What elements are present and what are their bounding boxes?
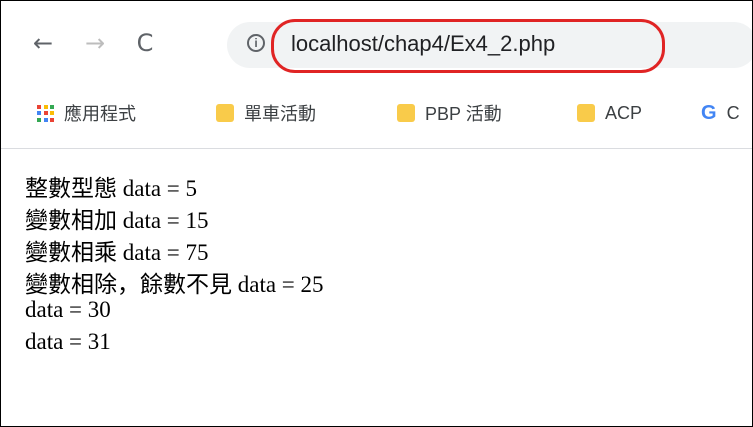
bookmarks-bar: 應用程式 單車活動 PBP 活動 ACP G C xyxy=(1,95,752,131)
browser-toolbar: ← → C i localhost/chap4/Ex4_2.php xyxy=(1,1,752,95)
bookmark-apps[interactable]: 應用程式 xyxy=(37,95,136,131)
bookmark-label: ACP xyxy=(605,102,643,123)
output-line: data = 31 xyxy=(25,329,111,354)
google-icon: G xyxy=(701,101,717,124)
toolbar-divider xyxy=(1,148,752,149)
folder-icon xyxy=(397,104,415,122)
bookmark-label: 單車活動 xyxy=(244,104,316,124)
url-highlight-annotation xyxy=(271,19,665,73)
bookmark-label: 應用程式 xyxy=(64,104,136,124)
back-arrow-icon: ← xyxy=(32,29,54,57)
bookmark-google[interactable]: G C xyxy=(701,95,740,131)
bookmark-folder-bike[interactable]: 單車活動 xyxy=(216,95,316,131)
reload-icon: C xyxy=(136,29,154,57)
apps-grid-icon xyxy=(37,104,54,122)
forward-button[interactable]: → xyxy=(77,25,113,61)
output-line: 整數型態 data = 5 xyxy=(25,176,198,202)
folder-icon xyxy=(216,104,234,122)
page-content: 整數型態 data = 5 變數相加 data = 15 變數相乘 data =… xyxy=(25,169,324,361)
output-line: 變數相加 data = 15 xyxy=(25,208,209,234)
output-line: data = 30 xyxy=(25,297,111,322)
bookmark-label: C xyxy=(726,102,740,123)
output-line: 變數相乘 data = 75 xyxy=(25,240,209,266)
reload-button[interactable]: C xyxy=(127,25,163,61)
bookmark-label: PBP 活動 xyxy=(425,104,502,124)
bookmark-folder-pbp[interactable]: PBP 活動 xyxy=(397,95,502,131)
back-button[interactable]: ← xyxy=(25,25,61,61)
folder-icon xyxy=(577,104,595,122)
info-icon[interactable]: i xyxy=(247,34,265,52)
bookmark-folder-acp[interactable]: ACP xyxy=(577,95,642,131)
forward-arrow-icon: → xyxy=(84,29,106,57)
browser-window: ← → C i localhost/chap4/Ex4_2.php 應用程式 單… xyxy=(0,0,753,427)
output-line: 變數相除，餘數不見 data = 25 xyxy=(25,272,324,298)
